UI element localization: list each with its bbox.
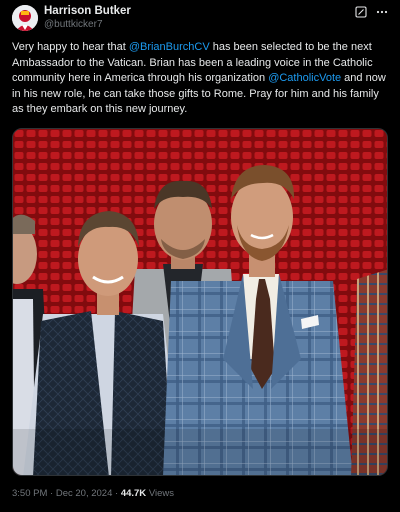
mention-brianburchcv[interactable]: @BrianBurchCV: [129, 41, 210, 53]
post-time[interactable]: 3:50 PM: [12, 488, 47, 499]
author-names: Harrison Butker @buttkicker7: [44, 4, 131, 31]
grok-icon[interactable]: [355, 6, 367, 18]
mention-catholicvote[interactable]: @CatholicVote: [268, 72, 341, 84]
avatar[interactable]: [12, 5, 38, 31]
text-part-1: Very happy to hear that: [12, 41, 129, 53]
header-actions: [355, 6, 388, 18]
more-options-icon[interactable]: [376, 6, 388, 18]
tweet-header: Harrison Butker @buttkicker7: [12, 4, 388, 34]
author-display-name[interactable]: Harrison Butker: [44, 4, 131, 18]
meta-separator: ·: [50, 488, 54, 499]
tweet-meta: 3:50 PM · Dec 20, 2024 · 44.7K Views: [12, 488, 174, 500]
photo-illustration: [13, 129, 387, 475]
author-handle[interactable]: @buttkicker7: [44, 18, 131, 31]
tweet-photo[interactable]: [12, 128, 388, 476]
meta-separator-2: ·: [115, 488, 119, 499]
tweet-text: Very happy to hear that @BrianBurchCV ha…: [12, 40, 390, 118]
tweet: Harrison Butker @buttkicker7 Very happy …: [0, 0, 400, 512]
post-date[interactable]: Dec 20, 2024: [56, 488, 113, 499]
views-label: Views: [148, 488, 174, 499]
views-count: 44.7K: [120, 488, 147, 499]
